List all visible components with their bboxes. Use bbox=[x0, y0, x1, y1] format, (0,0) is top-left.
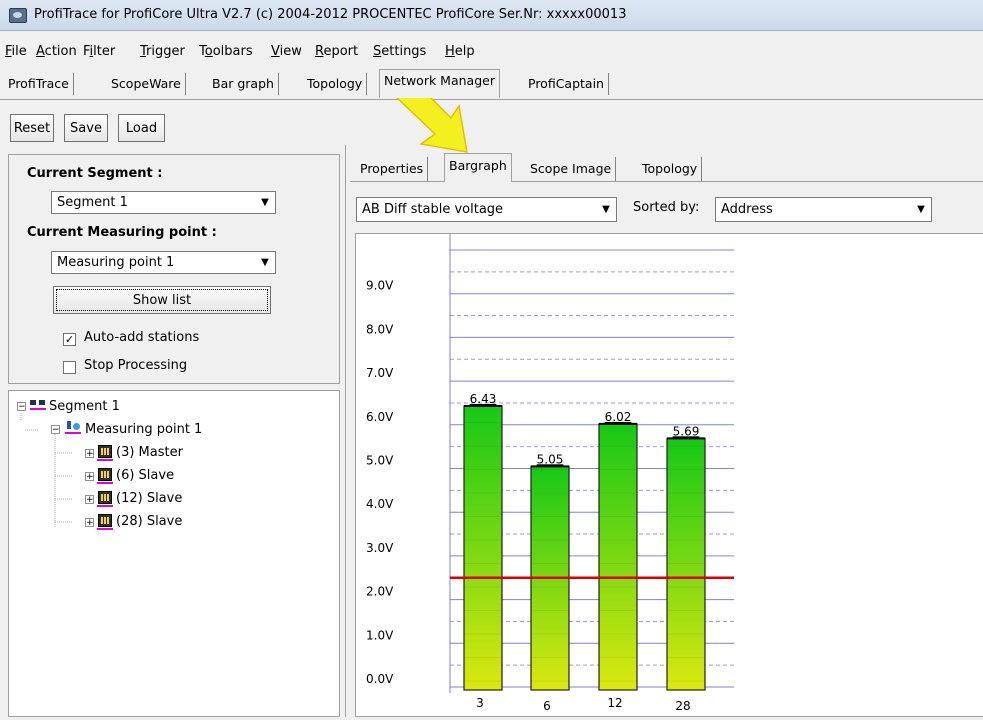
expand-icon[interactable]: + bbox=[85, 472, 94, 482]
network-tree: − Segment 1 − Measuring point 1 + (3) Ma… bbox=[8, 390, 340, 717]
chevron-down-icon[interactable]: ▼ bbox=[255, 192, 275, 213]
bar-segments bbox=[599, 423, 637, 690]
tab-scopeware[interactable]: ScopeWare bbox=[107, 73, 186, 95]
tree-station-item[interactable]: (6) Slave bbox=[116, 468, 174, 483]
current-measuring-point-label: Current Measuring point : bbox=[27, 225, 217, 240]
reset-button[interactable]: Reset bbox=[10, 114, 54, 142]
expand-icon[interactable]: + bbox=[85, 518, 94, 528]
menu-help[interactable]: Help bbox=[445, 44, 475, 59]
tab-proficaptain[interactable]: ProfiCaptain bbox=[524, 73, 609, 95]
segment-select-value: Segment 1 bbox=[57, 195, 128, 210]
chevron-down-icon[interactable]: ▼ bbox=[596, 198, 616, 221]
tree-station-item[interactable]: (12) Slave bbox=[116, 491, 182, 506]
menu-view[interactable]: View bbox=[271, 44, 302, 59]
collapse-icon[interactable]: − bbox=[51, 425, 60, 435]
station-device-icon bbox=[97, 491, 113, 507]
measuring-point-icon bbox=[65, 421, 81, 436]
measurement-select[interactable]: AB Diff stable voltage ▼ bbox=[356, 197, 617, 222]
sorted-by-label: Sorted by: bbox=[633, 200, 700, 215]
tree-segment-item[interactable]: Segment 1 bbox=[49, 399, 120, 414]
save-button[interactable]: Save bbox=[64, 114, 108, 142]
station-device-icon bbox=[97, 514, 113, 530]
y-tick-label: 4.0V bbox=[366, 497, 394, 511]
main-tab-strip: ProfiTrace ScopeWare Bar graph Topology Netw… bbox=[0, 69, 983, 100]
x-tick-label: 28 bbox=[675, 699, 690, 713]
y-tick-label: 9.0V bbox=[366, 279, 394, 293]
segment-network-icon bbox=[30, 400, 46, 413]
bar-value-label: 5.05 bbox=[537, 452, 564, 466]
tab-network-manager[interactable]: Network Manager bbox=[379, 69, 500, 98]
x-tick-label: 12 bbox=[607, 696, 622, 710]
chevron-down-icon[interactable]: ▼ bbox=[255, 252, 275, 273]
current-segment-label: Current Segment : bbox=[27, 166, 163, 181]
bar-segments bbox=[667, 438, 705, 690]
show-list-button[interactable]: Show list bbox=[53, 286, 271, 314]
sort-select[interactable]: Address ▼ bbox=[715, 197, 932, 222]
tree-station-item[interactable]: (28) Slave bbox=[116, 514, 182, 529]
y-tick-label: 3.0V bbox=[366, 541, 394, 555]
title-bar: ProfiTrace for ProfiCore Ultra V2.7 (c) … bbox=[0, 0, 983, 31]
menu-report[interactable]: Report bbox=[315, 44, 358, 59]
auto-add-stations-label: Auto-add stations bbox=[84, 330, 200, 345]
bar-value-label: 6.43 bbox=[470, 392, 497, 406]
x-tick-label: 6 bbox=[543, 699, 551, 713]
sort-select-value: Address bbox=[721, 202, 773, 217]
chevron-down-icon[interactable]: ▼ bbox=[911, 198, 931, 221]
auto-add-stations-checkbox[interactable]: ✓ bbox=[63, 333, 76, 346]
bargraph-chart: 0.0V 1.0V 2.0V 3.0V 4.0V 5.0V 6.0V 7.0V 8.0V 9.0V… bbox=[355, 233, 983, 717]
menu-toolbars[interactable]: Toolbars bbox=[199, 44, 253, 59]
y-tick-label: 6.0V bbox=[366, 410, 394, 424]
y-tick-label: 8.0V bbox=[366, 322, 394, 336]
station-device-icon bbox=[97, 468, 113, 484]
measuring-point-select[interactable]: Measuring point 1 ▼ bbox=[51, 251, 276, 274]
panel-splitter[interactable] bbox=[345, 145, 346, 717]
menu-trigger[interactable]: Trigger bbox=[140, 44, 185, 59]
segment-select[interactable]: Segment 1 ▼ bbox=[51, 191, 276, 214]
bargraph-svg: 0.0V 1.0V 2.0V 3.0V 4.0V 5.0V 6.0V 7.0V 8.0V 9.0V… bbox=[366, 234, 734, 713]
collapse-icon[interactable]: − bbox=[17, 402, 26, 412]
subtab-scope-image[interactable]: Scope Image bbox=[526, 157, 617, 181]
measurement-select-value: AB Diff stable voltage bbox=[362, 202, 504, 217]
app-icon[interactable] bbox=[9, 8, 27, 23]
load-button[interactable]: Load bbox=[118, 114, 165, 142]
tab-topology[interactable]: Topology bbox=[303, 73, 368, 95]
tree-station-item[interactable]: (3) Master bbox=[116, 445, 183, 460]
x-tick-label: 3 bbox=[476, 696, 484, 710]
y-tick-label: 7.0V bbox=[366, 366, 394, 380]
tree-measuring-point-item[interactable]: Measuring point 1 bbox=[85, 422, 202, 437]
bar-value-label: 5.69 bbox=[673, 424, 700, 438]
y-tick-label: 1.0V bbox=[366, 628, 394, 642]
y-tick-label: 2.0V bbox=[366, 585, 394, 599]
subtab-properties[interactable]: Properties bbox=[356, 157, 429, 181]
station-device-icon bbox=[97, 445, 113, 461]
expand-icon[interactable]: + bbox=[85, 449, 94, 459]
subtab-topology[interactable]: Topology bbox=[638, 157, 703, 181]
y-tick-label: 5.0V bbox=[366, 454, 394, 468]
stop-processing-checkbox[interactable] bbox=[63, 361, 76, 374]
bar-segments bbox=[464, 406, 502, 690]
subtab-bargraph[interactable]: Bargraph bbox=[444, 153, 512, 182]
bar-value-label: 6.02 bbox=[605, 410, 632, 424]
segment-panel: Current Segment : Segment 1 ▼ Current Me… bbox=[8, 154, 340, 384]
expand-icon[interactable]: + bbox=[85, 495, 94, 505]
y-tick-label: 0.0V bbox=[366, 672, 394, 686]
tab-profitrace[interactable]: ProfiTrace bbox=[4, 73, 74, 95]
menu-file[interactable]: File bbox=[5, 44, 27, 59]
stop-processing-label: Stop Processing bbox=[84, 358, 188, 373]
menu-bar: File Action Filter Trigger Toolbars View Repor… bbox=[0, 44, 983, 66]
menu-settings[interactable]: Settings bbox=[373, 44, 426, 59]
measuring-point-select-value: Measuring point 1 bbox=[57, 255, 175, 270]
menu-action[interactable]: Action bbox=[36, 44, 77, 59]
menu-filter[interactable]: Filter bbox=[83, 44, 115, 59]
window-title: ProfiTrace for ProfiCore Ultra V2.7 (c) … bbox=[34, 7, 627, 22]
tab-bar-graph[interactable]: Bar graph bbox=[208, 73, 279, 95]
